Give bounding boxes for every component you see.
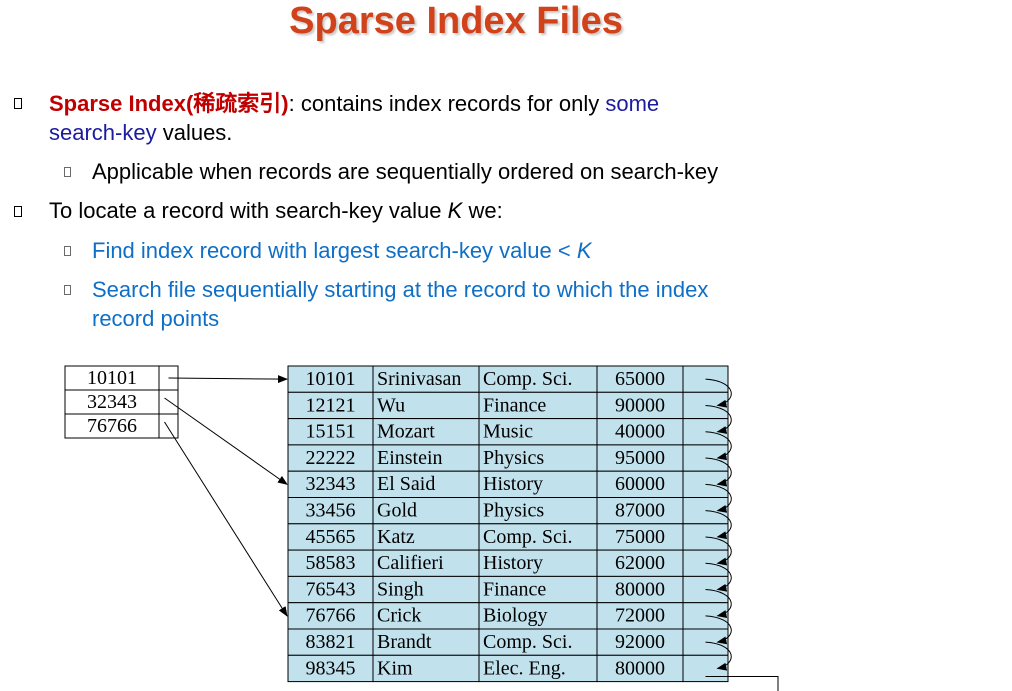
sparse-index-figure: 101013234376766 10101 Srinivasan Comp. Sci…: [64, 365, 779, 691]
record-salary: 87000: [615, 500, 665, 522]
index-pointer-arrow: [164, 397, 288, 485]
record-name: Brandt: [377, 631, 432, 653]
record-name: Wu: [377, 394, 405, 416]
record-id: 22222: [306, 447, 356, 469]
record-id: 45565: [306, 526, 356, 548]
record-salary: 80000: [615, 657, 665, 679]
record-salary: 95000: [615, 447, 665, 469]
record-dept: Comp. Sci.: [483, 526, 572, 548]
record-name: Kim: [377, 657, 413, 679]
record-salary: 62000: [615, 552, 665, 574]
record-salary: 75000: [615, 526, 665, 548]
record-salary: 60000: [615, 473, 665, 495]
record-dept: Biology: [483, 605, 547, 627]
index-pointer-cell: [158, 389, 179, 415]
record-id: 83821: [306, 631, 356, 653]
data-pointer-cell: [682, 523, 729, 551]
record-name: El Said: [377, 473, 435, 495]
record-salary: 65000: [615, 368, 665, 390]
record-name: Crick: [377, 605, 421, 627]
record-salary: 90000: [615, 394, 665, 416]
record-salary: 80000: [615, 578, 665, 600]
index-key: 10101: [87, 367, 137, 389]
record-name: Mozart: [377, 421, 435, 443]
record-dept: Finance: [483, 578, 546, 600]
record-salary: 72000: [615, 605, 665, 627]
record-id: 98345: [306, 657, 356, 679]
record-dept: Finance: [483, 394, 546, 416]
record-dept: Comp. Sci.: [483, 631, 572, 653]
record-name: Califieri: [377, 552, 444, 574]
record-dept: History: [483, 473, 543, 495]
record-dept: Physics: [483, 447, 544, 469]
index-pointer-arrow: [168, 375, 288, 384]
record-salary: 92000: [615, 631, 665, 653]
record-dept: History: [483, 552, 543, 574]
index-key: 32343: [87, 391, 137, 413]
record-id: 12121: [306, 394, 356, 416]
data-pointer-cell: [682, 654, 729, 683]
record-dept: Physics: [483, 500, 544, 522]
record-name: Singh: [377, 578, 424, 600]
record-dept: Music: [483, 421, 533, 443]
record-salary: 40000: [615, 421, 665, 443]
record-name: Katz: [377, 526, 415, 548]
record-id: 32343: [306, 473, 356, 495]
index-key: 76766: [87, 415, 137, 437]
record-dept: Elec. Eng.: [483, 657, 566, 679]
record-id: 58583: [306, 552, 356, 574]
record-id: 76543: [306, 578, 356, 600]
data-pointer-cell: [682, 391, 729, 420]
record-id: 10101: [306, 368, 356, 390]
record-name: Einstein: [377, 447, 443, 469]
record-name: Gold: [377, 500, 417, 522]
index-pointer-cell: [158, 413, 179, 439]
index-pointer-arrow: [164, 421, 288, 617]
record-id: 15151: [306, 421, 356, 443]
record-dept: Comp. Sci.: [483, 368, 572, 390]
record-id: 33456: [306, 500, 356, 522]
record-name: Srinivasan: [377, 368, 461, 390]
record-id: 76766: [306, 605, 356, 627]
